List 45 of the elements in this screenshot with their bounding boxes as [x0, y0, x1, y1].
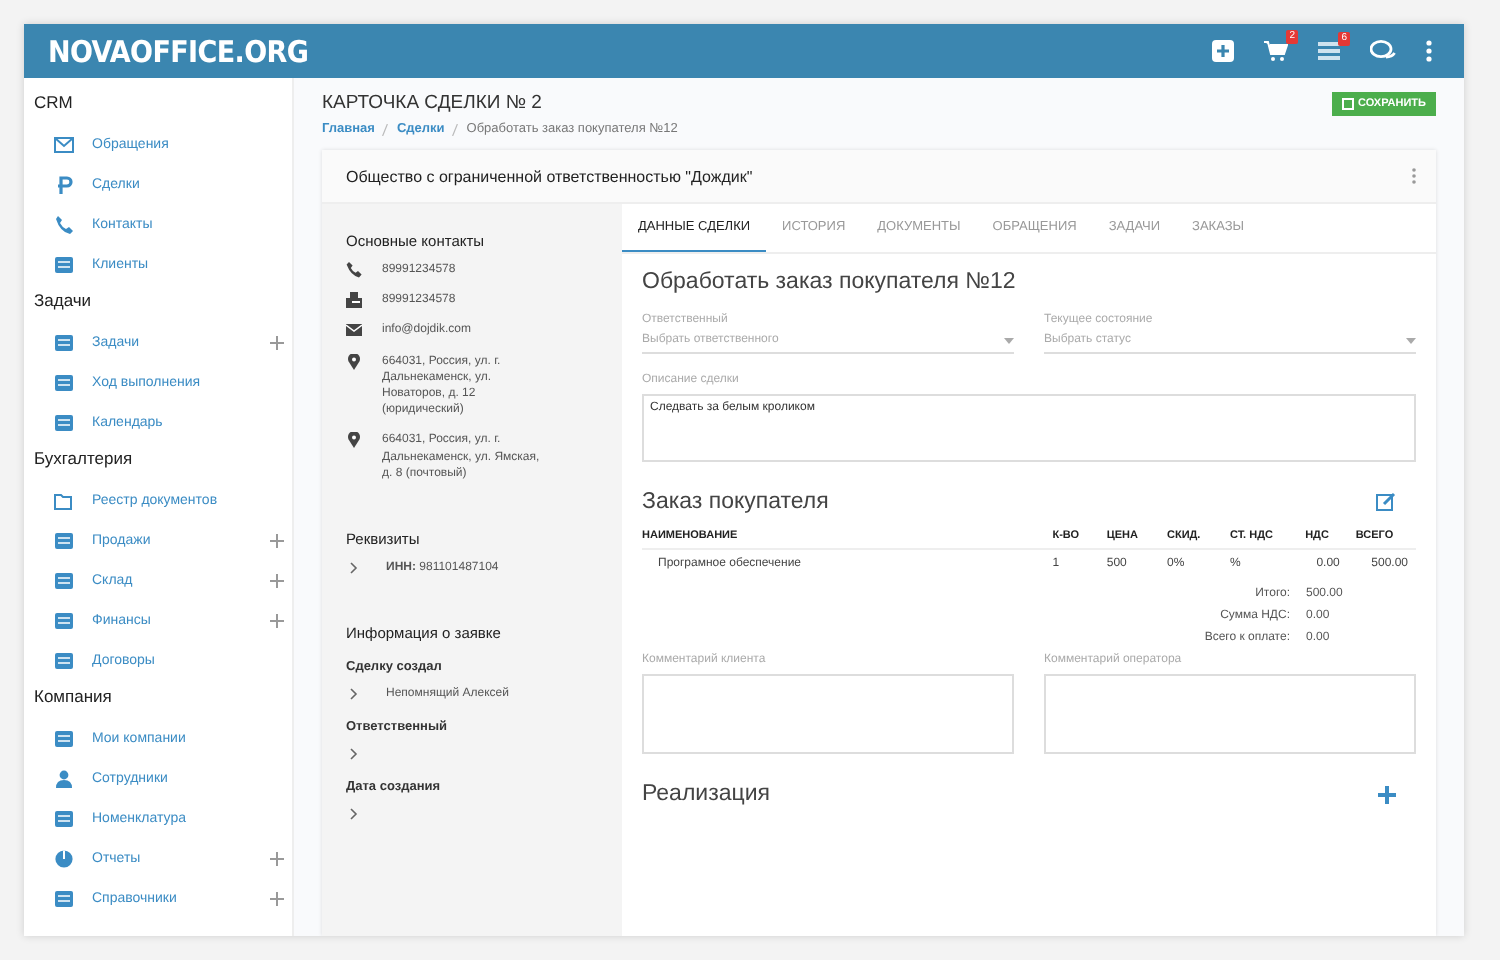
expand-icon[interactable] [270, 533, 284, 547]
list-icon [54, 333, 74, 351]
phone-icon [54, 215, 74, 233]
add-icon[interactable] [1378, 785, 1396, 803]
map-pin-icon [346, 432, 362, 449]
page-title: КАРТОЧКА СДЕЛКИ № 2 [322, 92, 544, 114]
edit-icon[interactable] [1376, 492, 1396, 512]
list-icon[interactable] [1318, 42, 1340, 60]
envelope-icon [54, 135, 74, 153]
envelope-icon [346, 322, 362, 339]
phone-icon [346, 262, 362, 278]
expand-icon[interactable] [270, 613, 284, 627]
section-title: Компания [34, 684, 114, 710]
breadcrumb-separator-icon [452, 123, 459, 135]
comment-field[interactable] [642, 674, 1014, 754]
expand-icon[interactable] [270, 335, 284, 349]
caret-icon [1004, 337, 1014, 343]
chevron-icon[interactable] [350, 748, 358, 761]
map-pin-icon [346, 353, 362, 370]
comment-field[interactable] [1044, 674, 1416, 754]
fax-icon [346, 292, 362, 309]
section-title: CRM [34, 90, 75, 116]
section-title: Бухгалтерия [34, 446, 135, 472]
ruble-icon [54, 175, 74, 193]
chat-icon[interactable] [1370, 40, 1396, 62]
expand-icon[interactable] [270, 573, 284, 587]
section-title: Реализация [642, 782, 770, 806]
section-title: Заказ покупателя [642, 490, 829, 514]
company-name: Общество с ограниченной ответственностью "Дождик" [346, 167, 753, 185]
folder-icon [54, 491, 74, 509]
logo[interactable]: NOVAOFFICE.ORG [48, 33, 309, 69]
person-icon [54, 769, 74, 787]
more-icon[interactable] [1426, 40, 1432, 62]
save-icon [1342, 98, 1355, 110]
pie-icon [54, 849, 74, 867]
deal-title: Обработать заказ покупателя №12 [642, 270, 1018, 294]
breadcrumb-separator-icon [382, 123, 389, 135]
section-title: Задачи [34, 288, 94, 314]
chevron-icon[interactable] [350, 808, 358, 821]
add-icon[interactable] [1212, 40, 1234, 62]
chevron-icon[interactable] [350, 562, 358, 575]
caret-icon [1406, 337, 1416, 343]
chevron-icon[interactable] [350, 688, 358, 701]
expand-icon[interactable] [270, 891, 284, 905]
expand-icon[interactable] [270, 851, 284, 865]
